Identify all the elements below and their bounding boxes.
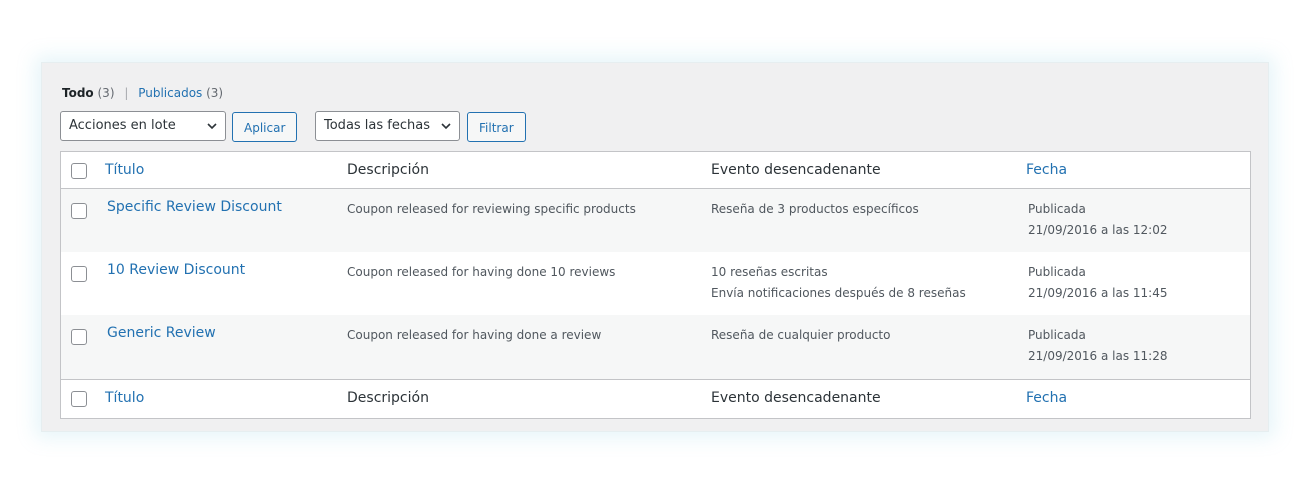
column-event: Evento desencadenante [711, 162, 881, 178]
row-event-line: 10 reseñas escritas [711, 265, 828, 279]
column-event: Evento desencadenante [711, 390, 881, 406]
column-title[interactable]: Título [105, 390, 144, 406]
table-row: Specific Review Discount Coupon released… [61, 189, 1250, 252]
row-datetime: 21/09/2016 a las 11:28 [1028, 349, 1168, 363]
row-title-link[interactable]: 10 Review Discount [107, 262, 245, 278]
row-title-link[interactable]: Generic Review [107, 325, 216, 341]
column-title[interactable]: Título [105, 162, 144, 178]
chevron-down-icon [207, 123, 217, 130]
view-all-count: (3) [97, 86, 115, 100]
view-published-count: (3) [206, 86, 224, 100]
row-status: Publicada [1028, 328, 1086, 342]
select-all-checkbox[interactable] [71, 163, 87, 179]
row-checkbox[interactable] [71, 266, 87, 282]
coupons-table: Título Descripción Evento desencadenante… [60, 151, 1251, 419]
row-status: Publicada [1028, 202, 1086, 216]
date-filter-select[interactable]: Todas las fechas [315, 111, 460, 141]
row-event: Reseña de 3 productos específicos [711, 199, 919, 220]
row-datetime: 21/09/2016 a las 11:45 [1028, 286, 1168, 300]
row-event: 10 reseñas escritas Envía notificaciones… [711, 262, 966, 304]
table-footer: Título Descripción Evento desencadenante… [61, 379, 1250, 418]
select-all-checkbox[interactable] [71, 391, 87, 407]
column-description: Descripción [347, 390, 429, 406]
apply-button[interactable]: Aplicar [232, 112, 298, 142]
row-checkbox[interactable] [71, 329, 87, 345]
bulk-actions-select[interactable]: Acciones en lote [60, 111, 226, 141]
row-status: Publicada [1028, 265, 1086, 279]
view-published-link[interactable]: Publicados [138, 86, 202, 100]
column-date[interactable]: Fecha [1026, 162, 1067, 178]
filter-button[interactable]: Filtrar [467, 112, 526, 142]
row-title-link[interactable]: Specific Review Discount [107, 199, 282, 215]
row-date: Publicada 21/09/2016 a las 11:28 [1028, 325, 1167, 367]
bulk-actions-value: Acciones en lote [69, 118, 176, 133]
row-date: Publicada 21/09/2016 a las 12:02 [1028, 199, 1167, 241]
row-event: Reseña de cualquier producto [711, 325, 890, 346]
row-description: Coupon released for having done a review [347, 328, 602, 342]
row-event-line: Reseña de 3 productos específicos [711, 202, 919, 216]
column-description: Descripción [347, 162, 429, 178]
chevron-down-icon [441, 123, 451, 130]
row-datetime: 21/09/2016 a las 12:02 [1028, 223, 1168, 237]
table-row: Generic Review Coupon released for havin… [61, 315, 1250, 379]
row-date: Publicada 21/09/2016 a las 11:45 [1028, 262, 1167, 304]
row-checkbox[interactable] [71, 203, 87, 219]
column-date[interactable]: Fecha [1026, 390, 1067, 406]
admin-panel: Todo (3) | Publicados (3) Acciones en lo… [41, 62, 1269, 432]
table-row: 10 Review Discount Coupon released for h… [61, 252, 1250, 315]
view-filters: Todo (3) | Publicados (3) [62, 86, 223, 100]
row-description: Coupon released for reviewing specific p… [347, 202, 636, 216]
row-description: Coupon released for having done 10 revie… [347, 265, 616, 279]
view-separator: | [124, 86, 129, 100]
row-event-line: Reseña de cualquier producto [711, 328, 891, 342]
row-event-line: Envía notificaciones después de 8 reseña… [711, 286, 966, 300]
date-filter-value: Todas las fechas [324, 118, 430, 133]
view-all-link[interactable]: Todo [62, 86, 94, 100]
table-header: Título Descripción Evento desencadenante… [61, 152, 1250, 189]
